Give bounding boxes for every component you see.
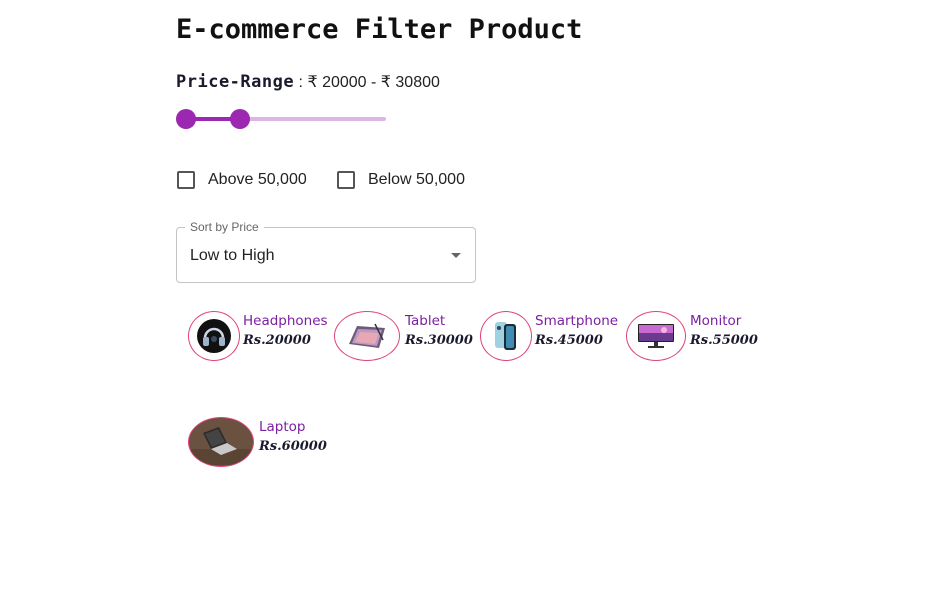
product-image-smartphone[interactable] xyxy=(480,311,532,361)
product-card-tablet[interactable]: Tablet Rs.30000 xyxy=(334,311,473,361)
product-image-laptop[interactable] xyxy=(188,417,254,467)
product-price: Rs.60000 xyxy=(259,439,327,454)
headphones-icon xyxy=(197,319,231,353)
product-image-headphones[interactable] xyxy=(188,311,240,361)
smartphone-icon xyxy=(495,322,516,350)
page-title: E-commerce Filter Product xyxy=(176,14,583,45)
price-range-value: ₹ 20000 - ₹ 30800 xyxy=(307,74,440,91)
sort-select-value[interactable]: Low to High xyxy=(190,247,275,265)
product-name[interactable]: Laptop xyxy=(259,418,327,436)
below-50000-checkbox[interactable] xyxy=(337,171,355,189)
product-name[interactable]: Headphones xyxy=(243,312,328,330)
product-name[interactable]: Tablet xyxy=(405,312,473,330)
product-price: Rs.30000 xyxy=(405,333,473,348)
product-card-monitor[interactable]: Monitor Rs.55000 xyxy=(626,311,758,361)
page: E-commerce Filter Product Price-Range : … xyxy=(0,0,944,594)
product-price: Rs.20000 xyxy=(243,333,311,348)
sort-select-label: Sort by Price xyxy=(185,220,264,234)
product-info-tablet: Tablet Rs.30000 xyxy=(405,312,473,352)
tablet-icon xyxy=(349,323,385,348)
price-range-separator: : xyxy=(294,74,308,91)
product-info-monitor: Monitor Rs.55000 xyxy=(690,312,758,352)
product-info-headphones: Headphones Rs.20000 xyxy=(243,312,328,352)
caret-down-icon[interactable] xyxy=(451,253,461,258)
product-card-headphones[interactable]: Headphones Rs.20000 xyxy=(188,311,328,361)
product-info-laptop: Laptop Rs.60000 xyxy=(259,418,327,458)
slider-thumb-max[interactable] xyxy=(230,109,250,129)
product-card-smartphone[interactable]: Smartphone Rs.45000 xyxy=(480,311,618,361)
product-image-tablet[interactable] xyxy=(334,311,400,361)
price-range-display: Price-Range : ₹ 20000 - ₹ 30800 xyxy=(176,72,440,92)
slider-thumb-min[interactable] xyxy=(176,109,196,129)
monitor-icon xyxy=(638,324,674,348)
above-50000-label[interactable]: Above 50,000 xyxy=(208,171,307,189)
below-50000-label[interactable]: Below 50,000 xyxy=(368,171,465,189)
price-range-slider[interactable] xyxy=(176,109,386,129)
above-50000-checkbox-row[interactable]: Above 50,000 xyxy=(177,171,307,189)
product-card-laptop[interactable]: Laptop Rs.60000 xyxy=(188,417,327,467)
below-50000-checkbox-row[interactable]: Below 50,000 xyxy=(337,171,465,189)
product-image-monitor[interactable] xyxy=(626,311,686,361)
product-name[interactable]: Smartphone xyxy=(535,312,618,330)
sort-by-price-select[interactable]: Sort by Price Low to High xyxy=(176,220,476,283)
product-name[interactable]: Monitor xyxy=(690,312,758,330)
product-price: Rs.55000 xyxy=(690,333,758,348)
laptop-icon xyxy=(191,419,251,465)
product-info-smartphone: Smartphone Rs.45000 xyxy=(535,312,618,352)
above-50000-checkbox[interactable] xyxy=(177,171,195,189)
product-price: Rs.45000 xyxy=(535,333,603,348)
price-range-label: Price-Range xyxy=(176,72,295,92)
